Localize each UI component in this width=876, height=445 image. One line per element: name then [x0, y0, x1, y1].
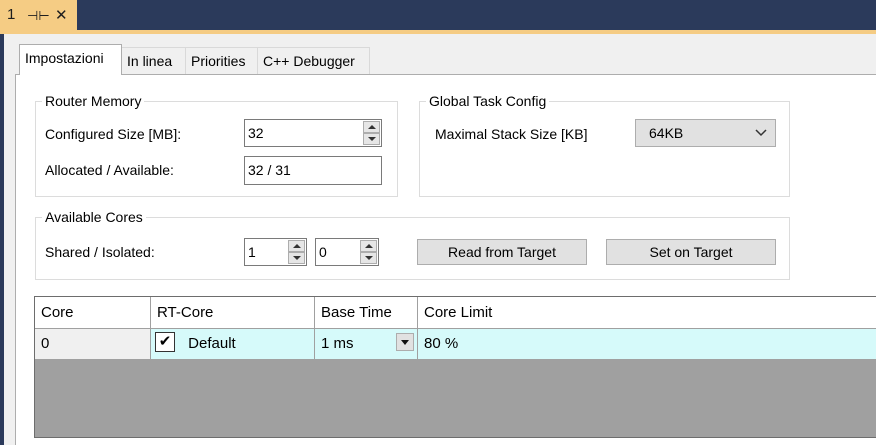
shared-cores-value: 1 — [248, 244, 256, 260]
document-tab[interactable]: 1 ⊣⊢ ✕ — [0, 0, 77, 30]
column-header-rt-core[interactable]: RT-Core — [151, 297, 315, 329]
spin-down-icon[interactable] — [363, 133, 380, 145]
document-tab-number: 1 — [7, 6, 16, 23]
read-from-target-button[interactable]: Read from Target — [417, 239, 587, 265]
close-icon[interactable]: ✕ — [55, 6, 68, 24]
stack-size-label: Maximal Stack Size [KB] — [435, 126, 588, 142]
isolated-cores-spinner[interactable]: 0 — [315, 238, 379, 266]
spin-up-icon[interactable] — [288, 240, 305, 252]
column-header-base-time[interactable]: Base Time — [315, 297, 418, 329]
tab-impostazioni[interactable]: Impostazioni — [19, 44, 122, 75]
chevron-down-icon — [755, 129, 767, 137]
tab-priorities[interactable]: Priorities — [185, 47, 258, 74]
table-row-base-time[interactable]: 1 ms — [315, 329, 418, 360]
core-grid: Core RT-Core Base Time Core Limit 0 ✔ De… — [34, 296, 876, 438]
spin-down-icon[interactable] — [360, 252, 377, 264]
table-row-core-limit[interactable]: 80 % — [418, 329, 876, 360]
spin-up-icon[interactable] — [360, 240, 377, 252]
shared-isolated-label: Shared / Isolated: — [45, 244, 155, 260]
configured-size-spinner[interactable]: 32 — [244, 119, 382, 147]
table-row-core[interactable]: 0 — [35, 329, 151, 360]
spin-up-icon[interactable] — [363, 121, 380, 133]
configured-size-label: Configured Size [MB]: — [45, 126, 182, 142]
checkbox-checked-icon[interactable]: ✔ — [155, 332, 175, 353]
available-cores-title: Available Cores — [42, 208, 146, 226]
tab-cpp-debugger[interactable]: C++ Debugger — [257, 47, 370, 74]
global-task-config-group: Global Task Config — [419, 92, 790, 197]
isolated-cores-value: 0 — [319, 244, 327, 260]
allocated-field[interactable]: 32 / 31 — [244, 156, 382, 185]
set-on-target-button[interactable]: Set on Target — [606, 239, 776, 265]
dropdown-arrow-icon[interactable] — [396, 333, 414, 351]
global-task-config-title: Global Task Config — [426, 92, 550, 110]
spin-down-icon[interactable] — [288, 252, 305, 264]
shared-cores-spinner[interactable]: 1 — [244, 238, 307, 266]
base-time-value: 1 ms — [321, 335, 354, 352]
column-header-core[interactable]: Core — [35, 297, 151, 329]
allocated-label: Allocated / Available: — [45, 162, 174, 178]
column-header-core-limit[interactable]: Core Limit — [418, 297, 876, 329]
tab-in-linea[interactable]: In linea — [121, 47, 186, 74]
router-memory-title: Router Memory — [42, 92, 145, 110]
stack-size-combo[interactable]: 64KB — [635, 119, 776, 147]
stack-size-value: 64KB — [649, 125, 684, 141]
pin-icon[interactable]: ⊣⊢ — [27, 8, 50, 24]
table-row-rt-core[interactable]: ✔ Default — [151, 329, 315, 360]
rt-core-label: Default — [188, 335, 236, 352]
configured-size-value: 32 — [248, 125, 264, 141]
